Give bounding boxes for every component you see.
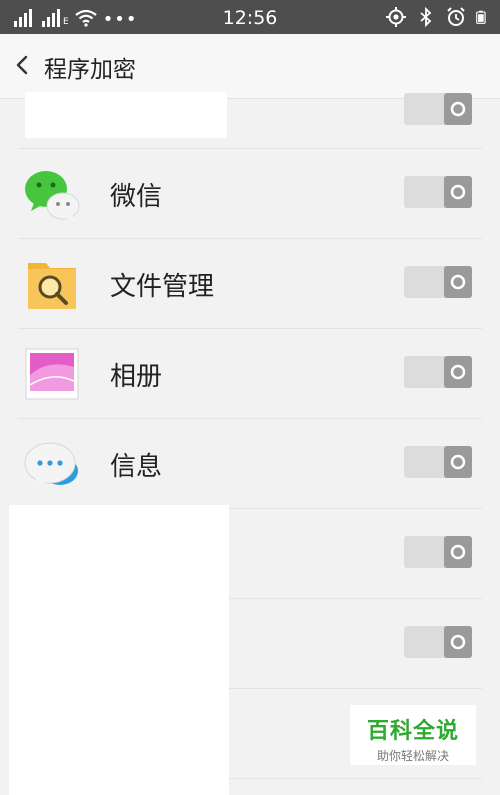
list-item[interactable]: 信息 bbox=[18, 419, 482, 509]
list-item[interactable]: 相册 bbox=[18, 329, 482, 419]
watermark-subtitle: 助你轻松解决 bbox=[376, 749, 449, 763]
bluetooth-icon bbox=[420, 7, 432, 27]
blank-overlay bbox=[25, 92, 227, 138]
list-item[interactable]: 文件管理 bbox=[18, 239, 482, 329]
page-title: 程序加密 bbox=[44, 57, 136, 83]
lock-toggle[interactable] bbox=[404, 625, 472, 659]
status-right bbox=[386, 7, 490, 27]
lock-toggle[interactable] bbox=[404, 355, 472, 389]
file-manager-icon bbox=[28, 263, 76, 309]
watermark-logo: 百科全说 助你轻松解决 bbox=[350, 705, 476, 765]
app-label: 文件管理 bbox=[110, 272, 215, 302]
app-label: 微信 bbox=[110, 182, 163, 212]
lock-toggle[interactable] bbox=[404, 175, 472, 209]
messages-icon bbox=[24, 442, 78, 489]
status-bar: E ••• 12:56 bbox=[0, 0, 500, 34]
wechat-icon bbox=[25, 171, 80, 222]
battery-icon bbox=[476, 10, 486, 24]
lock-toggle[interactable] bbox=[404, 445, 472, 479]
app-label: 信息 bbox=[110, 452, 163, 482]
lock-toggle[interactable] bbox=[404, 265, 472, 299]
blank-overlay bbox=[9, 505, 229, 795]
gallery-icon bbox=[25, 348, 79, 400]
lock-toggle[interactable] bbox=[404, 92, 472, 126]
back-arrow-icon[interactable] bbox=[10, 52, 36, 78]
lock-toggle[interactable] bbox=[404, 535, 472, 569]
location-icon bbox=[386, 7, 406, 27]
list-item[interactable]: 微信 bbox=[18, 149, 482, 239]
app-label: 相册 bbox=[110, 362, 163, 392]
header-bar: 程序加密 bbox=[0, 34, 500, 99]
watermark-title: 百科全说 bbox=[366, 719, 459, 744]
alarm-icon bbox=[447, 7, 465, 26]
